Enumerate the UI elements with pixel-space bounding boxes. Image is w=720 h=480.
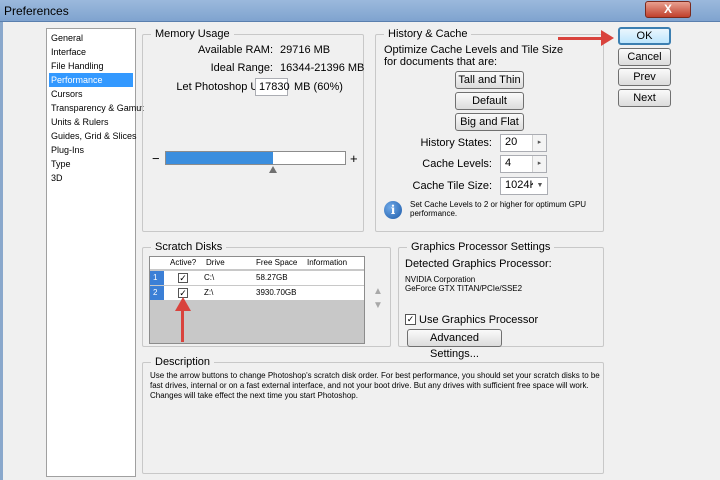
graphics-processor-legend: Graphics Processor Settings	[407, 241, 555, 253]
nav-item-3d[interactable]: 3D	[49, 171, 133, 185]
active-checkbox[interactable]: ✓	[178, 273, 188, 283]
nav-item-units-rulers[interactable]: Units & Rulers	[49, 115, 133, 129]
nav-item-cursors[interactable]: Cursors	[49, 87, 133, 101]
memory-usage-legend: Memory Usage	[151, 28, 234, 40]
cache-tile-size-label: Cache Tile Size:	[412, 180, 492, 192]
column-header-information[interactable]: Information	[307, 258, 347, 267]
memory-slider[interactable]	[165, 151, 346, 165]
history-states-label: History States:	[420, 137, 492, 149]
nav-item-transparency-gamut[interactable]: Transparency & Gamut	[49, 101, 144, 115]
drive-cell: Z:\	[204, 288, 214, 297]
available-ram-value: 29716 MB	[280, 44, 331, 56]
history-cache-legend: History & Cache	[384, 28, 472, 40]
column-header-drive[interactable]: Drive	[206, 258, 225, 267]
column-header-active[interactable]: Active?	[170, 258, 196, 267]
table-row[interactable]: 1 ✓ C:\ 58.27GB	[150, 271, 364, 286]
window-title: Preferences	[4, 4, 69, 18]
optimize-text: Optimize Cache Levels and Tile Size for …	[384, 44, 564, 68]
default-button[interactable]: Default	[455, 92, 524, 110]
stepper-arrow-icon[interactable]: ▸	[532, 135, 546, 151]
close-button[interactable]: X	[645, 1, 691, 18]
prev-button[interactable]: Prev	[618, 68, 671, 86]
advanced-settings-button[interactable]: Advanced Settings...	[407, 329, 502, 360]
memory-slider-fill	[166, 152, 273, 164]
nav-item-guides-grid-slices[interactable]: Guides, Grid & Slices	[49, 129, 137, 143]
ideal-range-value: 16344-21396 MB	[280, 62, 365, 74]
use-gpu-checkbox[interactable]: ✓	[405, 314, 416, 325]
scratch-disks-legend: Scratch Disks	[151, 241, 227, 253]
nav-item-interface[interactable]: Interface	[49, 45, 133, 59]
stepper-arrow-icon[interactable]: ▸	[532, 156, 546, 172]
history-states-value: 20	[505, 136, 518, 148]
plus-icon: +	[350, 151, 358, 166]
ok-button[interactable]: OK	[618, 27, 671, 45]
nav-item-plug-ins[interactable]: Plug-Ins	[49, 143, 133, 157]
chevron-down-icon[interactable]: ▼	[533, 178, 547, 194]
cancel-button[interactable]: Cancel	[618, 48, 671, 66]
gpu-vendor: NVIDIA Corporation	[405, 275, 476, 284]
gpu-tip-text: Set Cache Levels to 2 or higher for opti…	[410, 200, 587, 218]
title-bar: Preferences X	[0, 0, 720, 22]
detected-gpu-label: Detected Graphics Processor:	[405, 258, 552, 270]
nav-item-general[interactable]: General	[49, 31, 133, 45]
nav-item-file-handling[interactable]: File Handling	[49, 59, 133, 73]
tall-and-thin-button[interactable]: Tall and Thin	[455, 71, 524, 89]
memory-unit-label: MB (60%)	[294, 81, 343, 93]
cache-levels-stepper[interactable]: 4 ▸	[500, 155, 547, 173]
move-up-arrow-icon[interactable]: ▲	[373, 286, 383, 297]
minus-icon: −	[152, 151, 160, 166]
cache-levels-value: 4	[505, 157, 512, 169]
preferences-nav: General Interface File Handling Performa…	[46, 28, 144, 477]
free-space-cell: 3930.70GB	[256, 288, 297, 297]
row-number: 1	[150, 271, 164, 285]
column-header-free-space[interactable]: Free Space	[256, 258, 297, 267]
memory-usage-input[interactable]: 17830	[255, 78, 290, 96]
big-and-flat-button[interactable]: Big and Flat	[455, 113, 524, 131]
free-space-cell: 58.27GB	[256, 273, 288, 282]
memory-slider-thumb[interactable]	[269, 166, 277, 173]
next-button[interactable]: Next	[618, 89, 671, 107]
cache-levels-label: Cache Levels:	[422, 158, 492, 170]
info-icon: i	[384, 201, 402, 219]
table-header: Active? Drive Free Space Information	[150, 257, 364, 270]
nav-item-performance[interactable]: Performance	[49, 73, 133, 87]
history-states-stepper[interactable]: 20 ▸	[500, 134, 547, 152]
gpu-model: GeForce GTX TITAN/PCIe/SSE2	[405, 284, 523, 293]
drive-cell: C:\	[204, 273, 215, 282]
nav-item-type[interactable]: Type	[49, 157, 133, 171]
description-legend: Description	[151, 356, 215, 368]
row-number: 2	[150, 286, 164, 300]
ideal-range-label: Ideal Range:	[210, 62, 273, 74]
move-down-arrow-icon[interactable]: ▼	[373, 300, 383, 311]
available-ram-label: Available RAM:	[198, 44, 273, 56]
use-gpu-label: Use Graphics Processor	[419, 314, 539, 326]
window-border	[0, 22, 3, 480]
cache-tile-size-select[interactable]: 1024K ▼	[500, 177, 548, 195]
description-text: Use the arrow buttons to change Photosho…	[150, 371, 600, 400]
